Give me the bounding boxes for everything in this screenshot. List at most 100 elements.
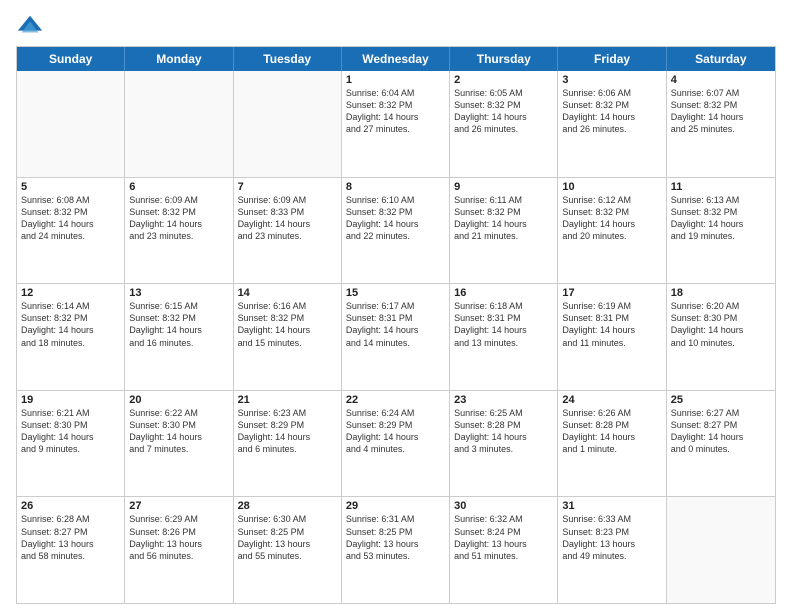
day-number: 26 (21, 500, 120, 512)
calendar-row-3: 12Sunrise: 6:14 AM Sunset: 8:32 PM Dayli… (17, 284, 775, 391)
cell-info: Sunrise: 6:20 AM Sunset: 8:30 PM Dayligh… (671, 300, 771, 349)
day-cell-28: 28Sunrise: 6:30 AM Sunset: 8:25 PM Dayli… (234, 497, 342, 603)
day-number: 29 (346, 500, 445, 512)
day-cell-30: 30Sunrise: 6:32 AM Sunset: 8:24 PM Dayli… (450, 497, 558, 603)
cell-info: Sunrise: 6:30 AM Sunset: 8:25 PM Dayligh… (238, 513, 337, 562)
weekday-header-tuesday: Tuesday (234, 47, 342, 71)
cell-info: Sunrise: 6:23 AM Sunset: 8:29 PM Dayligh… (238, 407, 337, 456)
cell-info: Sunrise: 6:24 AM Sunset: 8:29 PM Dayligh… (346, 407, 445, 456)
empty-cell (17, 71, 125, 177)
cell-info: Sunrise: 6:28 AM Sunset: 8:27 PM Dayligh… (21, 513, 120, 562)
day-cell-3: 3Sunrise: 6:06 AM Sunset: 8:32 PM Daylig… (558, 71, 666, 177)
cell-info: Sunrise: 6:18 AM Sunset: 8:31 PM Dayligh… (454, 300, 553, 349)
day-number: 5 (21, 181, 120, 193)
cell-info: Sunrise: 6:32 AM Sunset: 8:24 PM Dayligh… (454, 513, 553, 562)
calendar-header: SundayMondayTuesdayWednesdayThursdayFrid… (17, 47, 775, 71)
day-cell-19: 19Sunrise: 6:21 AM Sunset: 8:30 PM Dayli… (17, 391, 125, 497)
empty-cell (667, 497, 775, 603)
weekday-header-thursday: Thursday (450, 47, 558, 71)
calendar-body: 1Sunrise: 6:04 AM Sunset: 8:32 PM Daylig… (17, 71, 775, 603)
cell-info: Sunrise: 6:09 AM Sunset: 8:32 PM Dayligh… (129, 194, 228, 243)
day-cell-1: 1Sunrise: 6:04 AM Sunset: 8:32 PM Daylig… (342, 71, 450, 177)
day-number: 3 (562, 74, 661, 86)
cell-info: Sunrise: 6:29 AM Sunset: 8:26 PM Dayligh… (129, 513, 228, 562)
cell-info: Sunrise: 6:05 AM Sunset: 8:32 PM Dayligh… (454, 87, 553, 136)
day-cell-13: 13Sunrise: 6:15 AM Sunset: 8:32 PM Dayli… (125, 284, 233, 390)
day-number: 8 (346, 181, 445, 193)
cell-info: Sunrise: 6:31 AM Sunset: 8:25 PM Dayligh… (346, 513, 445, 562)
day-cell-12: 12Sunrise: 6:14 AM Sunset: 8:32 PM Dayli… (17, 284, 125, 390)
cell-info: Sunrise: 6:04 AM Sunset: 8:32 PM Dayligh… (346, 87, 445, 136)
weekday-header-wednesday: Wednesday (342, 47, 450, 71)
day-cell-23: 23Sunrise: 6:25 AM Sunset: 8:28 PM Dayli… (450, 391, 558, 497)
cell-info: Sunrise: 6:12 AM Sunset: 8:32 PM Dayligh… (562, 194, 661, 243)
calendar-row-1: 1Sunrise: 6:04 AM Sunset: 8:32 PM Daylig… (17, 71, 775, 178)
day-number: 1 (346, 74, 445, 86)
cell-info: Sunrise: 6:16 AM Sunset: 8:32 PM Dayligh… (238, 300, 337, 349)
day-cell-22: 22Sunrise: 6:24 AM Sunset: 8:29 PM Dayli… (342, 391, 450, 497)
calendar-row-2: 5Sunrise: 6:08 AM Sunset: 8:32 PM Daylig… (17, 178, 775, 285)
header (16, 12, 776, 40)
day-number: 19 (21, 394, 120, 406)
day-cell-10: 10Sunrise: 6:12 AM Sunset: 8:32 PM Dayli… (558, 178, 666, 284)
calendar-row-5: 26Sunrise: 6:28 AM Sunset: 8:27 PM Dayli… (17, 497, 775, 603)
cell-info: Sunrise: 6:19 AM Sunset: 8:31 PM Dayligh… (562, 300, 661, 349)
day-number: 20 (129, 394, 228, 406)
day-number: 24 (562, 394, 661, 406)
day-number: 7 (238, 181, 337, 193)
day-cell-5: 5Sunrise: 6:08 AM Sunset: 8:32 PM Daylig… (17, 178, 125, 284)
day-number: 18 (671, 287, 771, 299)
cell-info: Sunrise: 6:22 AM Sunset: 8:30 PM Dayligh… (129, 407, 228, 456)
day-number: 31 (562, 500, 661, 512)
day-cell-11: 11Sunrise: 6:13 AM Sunset: 8:32 PM Dayli… (667, 178, 775, 284)
day-number: 13 (129, 287, 228, 299)
day-cell-20: 20Sunrise: 6:22 AM Sunset: 8:30 PM Dayli… (125, 391, 233, 497)
weekday-header-friday: Friday (558, 47, 666, 71)
empty-cell (234, 71, 342, 177)
day-cell-2: 2Sunrise: 6:05 AM Sunset: 8:32 PM Daylig… (450, 71, 558, 177)
weekday-header-sunday: Sunday (17, 47, 125, 71)
day-number: 21 (238, 394, 337, 406)
day-number: 11 (671, 181, 771, 193)
day-cell-16: 16Sunrise: 6:18 AM Sunset: 8:31 PM Dayli… (450, 284, 558, 390)
day-cell-8: 8Sunrise: 6:10 AM Sunset: 8:32 PM Daylig… (342, 178, 450, 284)
day-number: 27 (129, 500, 228, 512)
day-cell-29: 29Sunrise: 6:31 AM Sunset: 8:25 PM Dayli… (342, 497, 450, 603)
day-number: 28 (238, 500, 337, 512)
day-cell-7: 7Sunrise: 6:09 AM Sunset: 8:33 PM Daylig… (234, 178, 342, 284)
cell-info: Sunrise: 6:09 AM Sunset: 8:33 PM Dayligh… (238, 194, 337, 243)
calendar: SundayMondayTuesdayWednesdayThursdayFrid… (16, 46, 776, 604)
calendar-row-4: 19Sunrise: 6:21 AM Sunset: 8:30 PM Dayli… (17, 391, 775, 498)
day-cell-4: 4Sunrise: 6:07 AM Sunset: 8:32 PM Daylig… (667, 71, 775, 177)
logo-icon (16, 12, 44, 40)
cell-info: Sunrise: 6:15 AM Sunset: 8:32 PM Dayligh… (129, 300, 228, 349)
day-number: 10 (562, 181, 661, 193)
cell-info: Sunrise: 6:14 AM Sunset: 8:32 PM Dayligh… (21, 300, 120, 349)
logo (16, 12, 48, 40)
weekday-header-monday: Monday (125, 47, 233, 71)
cell-info: Sunrise: 6:17 AM Sunset: 8:31 PM Dayligh… (346, 300, 445, 349)
cell-info: Sunrise: 6:10 AM Sunset: 8:32 PM Dayligh… (346, 194, 445, 243)
day-cell-27: 27Sunrise: 6:29 AM Sunset: 8:26 PM Dayli… (125, 497, 233, 603)
day-number: 15 (346, 287, 445, 299)
day-number: 12 (21, 287, 120, 299)
cell-info: Sunrise: 6:27 AM Sunset: 8:27 PM Dayligh… (671, 407, 771, 456)
page: SundayMondayTuesdayWednesdayThursdayFrid… (0, 0, 792, 612)
day-cell-14: 14Sunrise: 6:16 AM Sunset: 8:32 PM Dayli… (234, 284, 342, 390)
day-number: 22 (346, 394, 445, 406)
day-number: 23 (454, 394, 553, 406)
day-number: 9 (454, 181, 553, 193)
day-cell-17: 17Sunrise: 6:19 AM Sunset: 8:31 PM Dayli… (558, 284, 666, 390)
cell-info: Sunrise: 6:33 AM Sunset: 8:23 PM Dayligh… (562, 513, 661, 562)
cell-info: Sunrise: 6:21 AM Sunset: 8:30 PM Dayligh… (21, 407, 120, 456)
day-cell-6: 6Sunrise: 6:09 AM Sunset: 8:32 PM Daylig… (125, 178, 233, 284)
cell-info: Sunrise: 6:26 AM Sunset: 8:28 PM Dayligh… (562, 407, 661, 456)
cell-info: Sunrise: 6:08 AM Sunset: 8:32 PM Dayligh… (21, 194, 120, 243)
cell-info: Sunrise: 6:07 AM Sunset: 8:32 PM Dayligh… (671, 87, 771, 136)
day-number: 16 (454, 287, 553, 299)
cell-info: Sunrise: 6:06 AM Sunset: 8:32 PM Dayligh… (562, 87, 661, 136)
day-number: 25 (671, 394, 771, 406)
cell-info: Sunrise: 6:13 AM Sunset: 8:32 PM Dayligh… (671, 194, 771, 243)
empty-cell (125, 71, 233, 177)
day-cell-18: 18Sunrise: 6:20 AM Sunset: 8:30 PM Dayli… (667, 284, 775, 390)
